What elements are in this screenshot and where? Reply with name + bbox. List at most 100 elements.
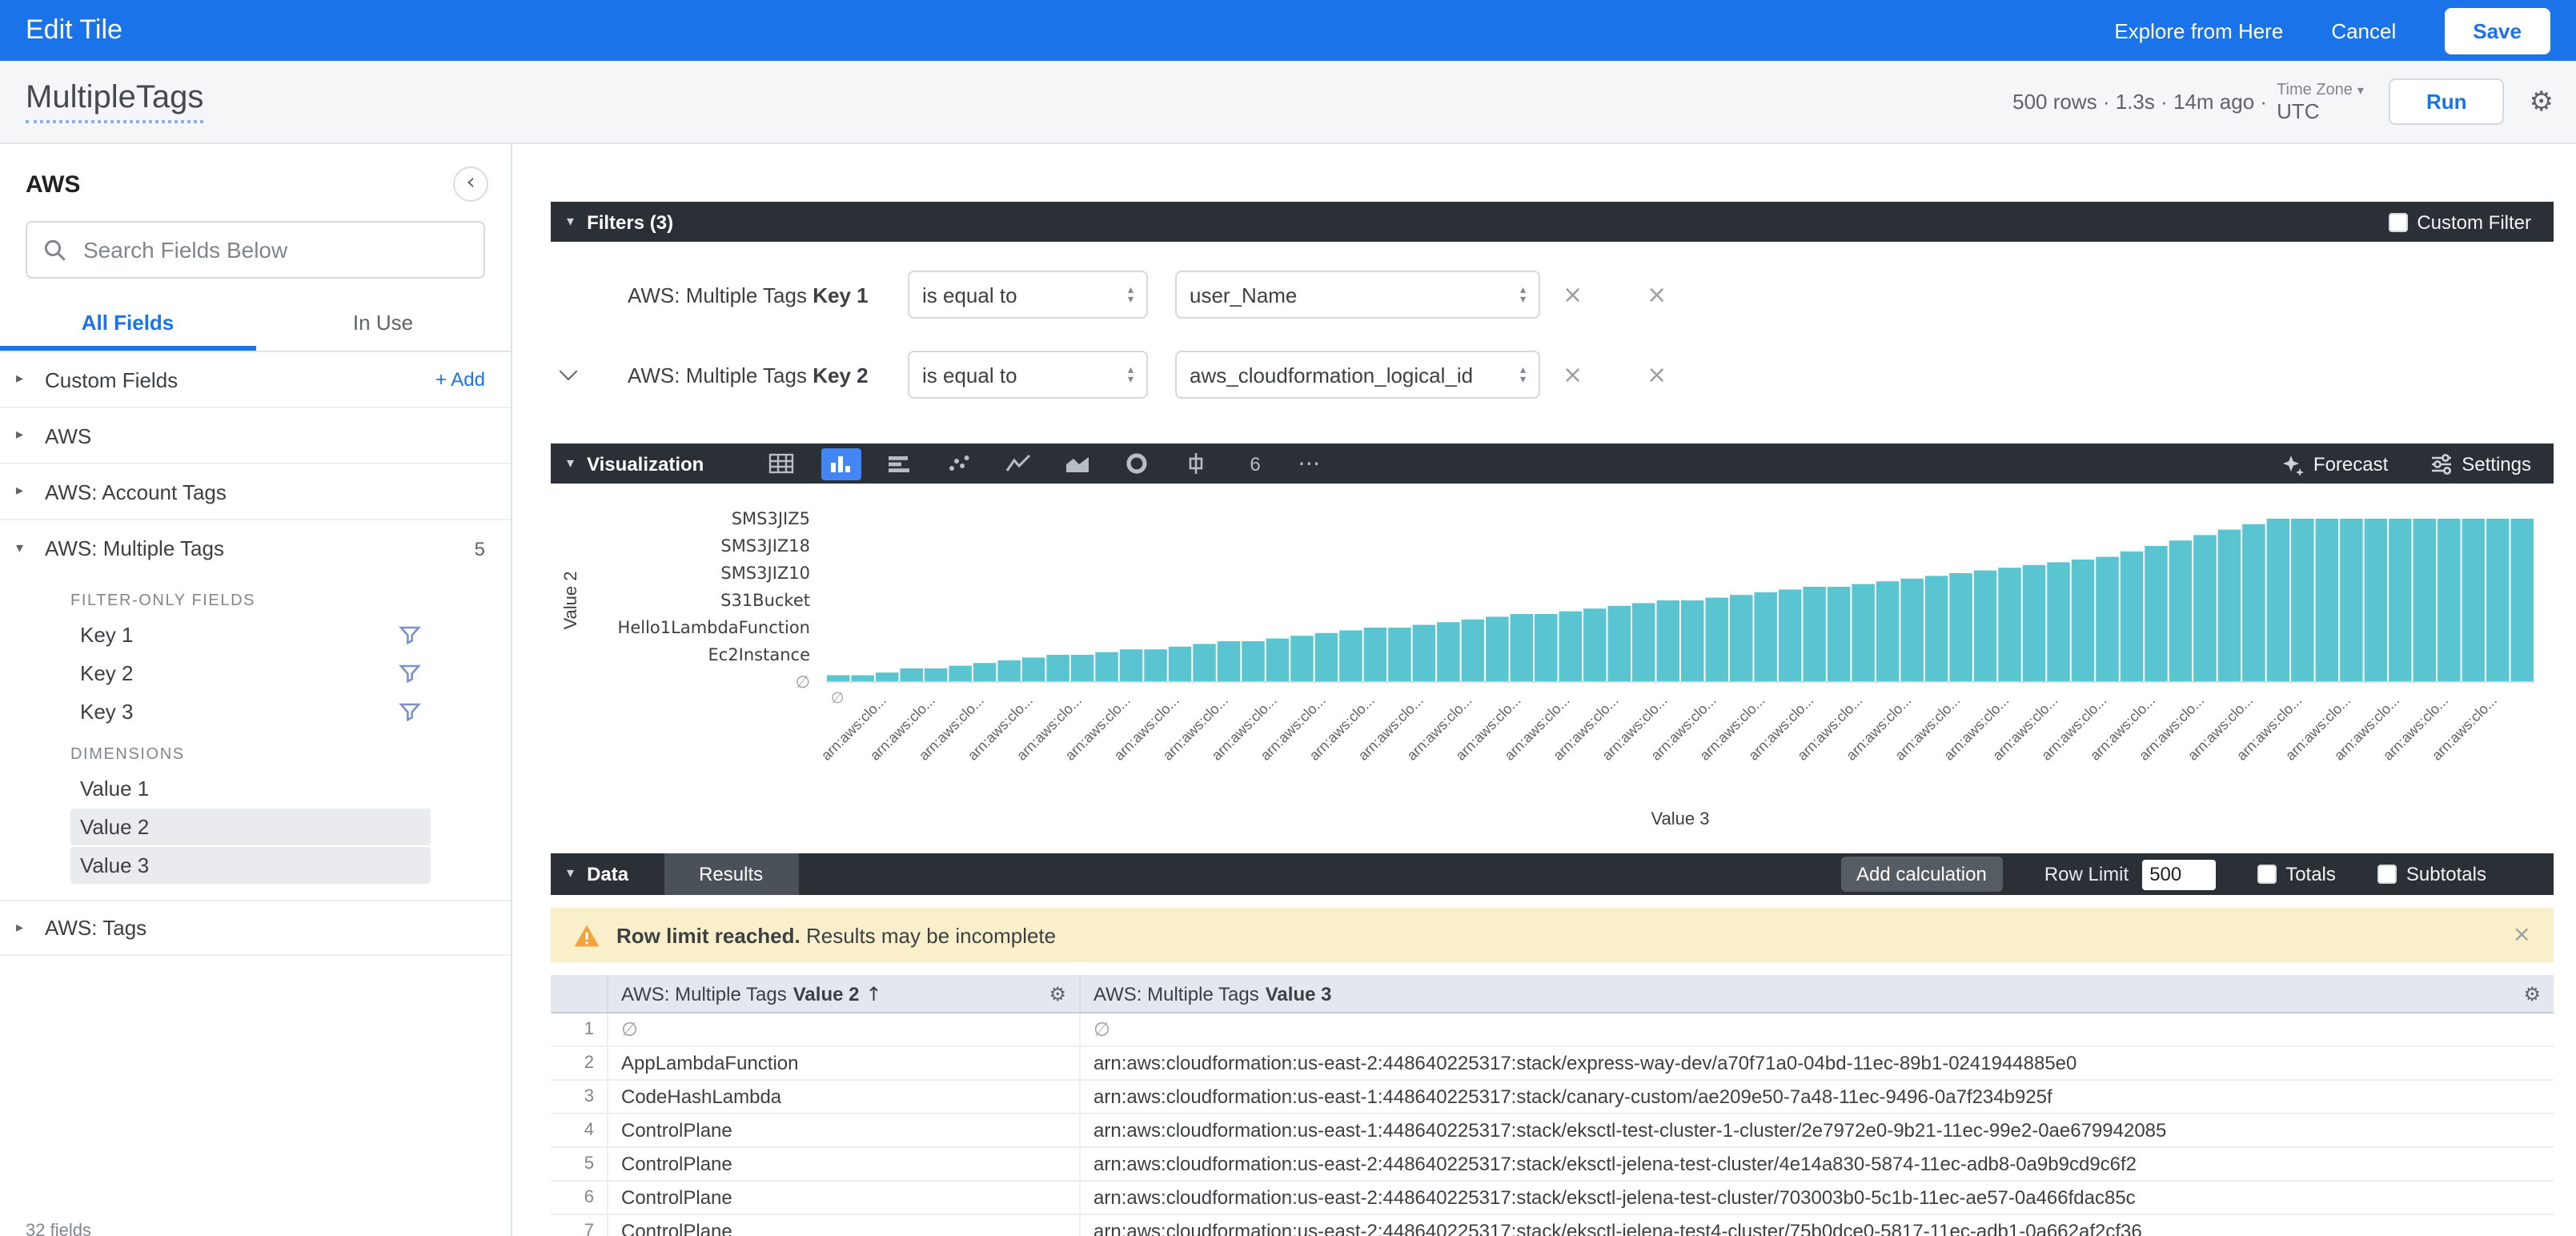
field-key-2[interactable]: Key 2	[70, 655, 431, 692]
row-limit-input[interactable]	[2141, 859, 2215, 889]
svg-text:∅: ∅	[831, 689, 845, 707]
viz-boxplot-icon[interactable]	[1176, 447, 1216, 480]
filter-icon[interactable]	[399, 664, 421, 683]
tab-results[interactable]: Results	[664, 853, 798, 895]
filters-panel: ▾ Filters (3) Custom Filter AWS: Multipl…	[551, 202, 2554, 431]
sidebar-group-aws[interactable]: ▸ AWS	[0, 408, 511, 464]
sort-ascending-icon: ↑	[866, 982, 882, 1005]
sidebar-group-aws-account-tags[interactable]: ▸ AWS: Account Tags	[0, 464, 511, 520]
custom-filter-checkbox[interactable]	[2388, 212, 2407, 231]
remove-filter-icon[interactable]: ×	[1647, 360, 1667, 389]
cell-value3[interactable]: arn:aws:cloudformation:us-east-1:4486402…	[1081, 1119, 2554, 1142]
custom-filter-toggle[interactable]: Custom Filter	[2388, 211, 2531, 233]
chevron-left-icon: ‹	[466, 170, 475, 195]
query-title[interactable]: MultipleTags	[26, 80, 203, 123]
totals-checkbox[interactable]	[2257, 865, 2276, 884]
sparkle-icon	[2281, 452, 2304, 475]
svg-text:Hello1LambdaFunction: Hello1LambdaFunction	[618, 618, 810, 637]
subtotals-toggle[interactable]: Subtotals	[2377, 863, 2486, 885]
column-header-value3[interactable]: AWS: Multiple Tags Value 3 ⚙	[1081, 982, 2554, 1005]
viz-more-icon[interactable]: ⋯	[1298, 451, 1320, 476]
cell-value3[interactable]: ∅	[1081, 1018, 2554, 1041]
visualization-panel: ▾ Visualization	[551, 443, 2554, 844]
cell-value3[interactable]: arn:aws:cloudformation:us-east-2:4486402…	[1081, 1153, 2554, 1175]
add-custom-field-button[interactable]: + Add	[435, 368, 485, 391]
column-gear-icon[interactable]: ⚙	[2523, 982, 2541, 1005]
tab-all-fields[interactable]: All Fields	[0, 298, 255, 351]
sidebar-group-aws-tags[interactable]: ▸ AWS: Tags	[0, 900, 511, 956]
field-value-2[interactable]: Value 2	[70, 809, 431, 845]
collapse-filters-caret-icon[interactable]: ▾	[567, 214, 574, 230]
add-calculation-button[interactable]: Add calculation	[1840, 857, 2003, 892]
save-button[interactable]: Save	[2444, 7, 2550, 54]
forecast-button[interactable]: Forecast	[2281, 452, 2388, 475]
cell-value3[interactable]: arn:aws:cloudformation:us-east-2:4486402…	[1081, 1052, 2554, 1074]
data-panel: ▾ Data Results Add calculation Row Limit…	[551, 853, 2554, 1236]
cell-value2[interactable]: ControlPlane	[608, 1182, 1081, 1214]
page-title: Edit Tile	[26, 14, 122, 46]
collapse-sidebar-button[interactable]: ‹	[453, 167, 488, 202]
cell-value3[interactable]: arn:aws:cloudformation:us-east-1:4486402…	[1081, 1086, 2554, 1108]
clear-filter-value-icon[interactable]: ×	[1563, 360, 1583, 389]
search-input[interactable]	[80, 235, 467, 264]
field-key-3[interactable]: Key 3	[70, 693, 431, 730]
collapse-visualization-caret-icon[interactable]: ▾	[567, 455, 574, 472]
field-count-footer: 32 fields	[26, 1222, 91, 1236]
cell-value2[interactable]: AppLambdaFunction	[608, 1047, 1081, 1079]
select-arrows-icon: ▴▾	[1128, 285, 1134, 304]
filter-icon[interactable]	[399, 625, 421, 644]
sidebar-group-custom-fields[interactable]: ▸ Custom Fields + Add	[0, 352, 511, 408]
run-button[interactable]: Run	[2389, 78, 2504, 125]
field-value-3[interactable]: Value 3	[70, 847, 431, 884]
collapse-data-caret-icon[interactable]: ▾	[567, 866, 574, 882]
viz-area-chart-icon[interactable]	[1057, 447, 1097, 480]
explore-name-heading: AWS	[26, 171, 80, 198]
viz-settings-button[interactable]: Settings	[2430, 452, 2531, 475]
results-table: AWS: Multiple Tags Value 2 ↑ ⚙ AWS: Mult…	[551, 975, 2554, 1236]
filter-operator-select[interactable]: is equal to ▴▾	[908, 271, 1148, 319]
cell-value2[interactable]: ControlPlane	[608, 1114, 1081, 1146]
remove-filter-icon[interactable]: ×	[1647, 280, 1667, 309]
field-key-1[interactable]: Key 1	[70, 616, 431, 653]
timezone-dropdown[interactable]: Time Zone ▾ UTC	[2277, 81, 2364, 122]
column-header-value2[interactable]: AWS: Multiple Tags Value 2 ↑ ⚙	[608, 975, 1081, 1012]
explore-from-here-link[interactable]: Explore from Here	[2114, 18, 2283, 42]
cell-value3[interactable]: arn:aws:cloudformation:us-east-2:4486402…	[1081, 1220, 2554, 1236]
filter-value-select[interactable]: aws_cloudformation_logical_id ▴▾	[1175, 351, 1540, 399]
field-value-1[interactable]: Value 1	[70, 770, 431, 807]
dismiss-banner-icon[interactable]: ×	[2513, 922, 2531, 948]
cell-value2[interactable]: ControlPlane	[608, 1215, 1081, 1236]
column-gear-icon[interactable]: ⚙	[1049, 982, 1066, 1005]
caret-right-icon: ▸	[16, 371, 32, 387]
filter-field-label: AWS: Multiple Tags Key 1	[628, 283, 908, 307]
subtotals-checkbox[interactable]	[2377, 865, 2397, 884]
query-settings-gear-icon[interactable]: ⚙	[2530, 86, 2554, 118]
viz-line-chart-icon[interactable]	[998, 447, 1038, 480]
filter-operator-select[interactable]: is equal to ▴▾	[908, 351, 1148, 399]
filter-icon[interactable]	[399, 702, 421, 721]
viz-bar-chart-icon[interactable]	[880, 447, 920, 480]
cancel-button[interactable]: Cancel	[2331, 18, 2396, 42]
cell-value2[interactable]: ControlPlane	[608, 1148, 1081, 1180]
cell-value2[interactable]: CodeHashLambda	[608, 1081, 1081, 1113]
chevron-down-icon[interactable]	[560, 363, 578, 381]
cell-value2[interactable]: ∅	[608, 1013, 1081, 1045]
viz-scatter-icon[interactable]	[939, 447, 979, 480]
filter-field-label: AWS: Multiple Tags Key 2	[628, 363, 908, 387]
cell-value3[interactable]: arn:aws:cloudformation:us-east-2:4486402…	[1081, 1186, 2554, 1209]
field-count-badge: 5	[475, 537, 485, 560]
totals-toggle[interactable]: Totals	[2257, 863, 2336, 885]
clear-filter-value-icon[interactable]: ×	[1563, 280, 1583, 309]
query-stats: 500 rows · 1.3s · 14m ago ·	[2012, 90, 2267, 114]
caret-down-icon: ▾	[16, 540, 32, 556]
tab-in-use[interactable]: In Use	[255, 298, 511, 351]
viz-table-icon[interactable]	[761, 447, 801, 480]
filter-value-select[interactable]: user_Name ▴▾	[1175, 271, 1540, 319]
viz-pie-icon[interactable]	[1117, 447, 1157, 480]
svg-text:SMS3JIZ18: SMS3JIZ18	[720, 536, 810, 556]
svg-text:Value 2: Value 2	[560, 572, 580, 630]
filter-row-key-1: AWS: Multiple Tags Key 1 is equal to ▴▾ …	[551, 255, 2554, 335]
viz-column-chart-icon[interactable]	[821, 447, 861, 480]
sidebar-group-aws-multiple-tags[interactable]: ▾ AWS: Multiple Tags 5	[0, 520, 511, 576]
viz-single-value-icon[interactable]: 6	[1235, 447, 1275, 480]
